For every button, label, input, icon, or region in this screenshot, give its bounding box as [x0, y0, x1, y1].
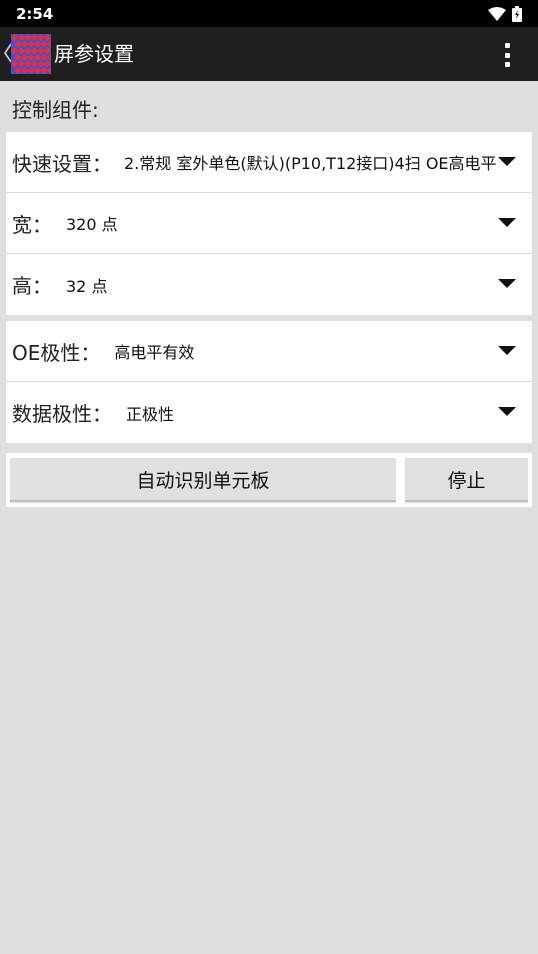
section-label: 控制组件: — [12, 98, 99, 122]
quick-setting-value: 2.常规 室外单色(默认)(P10,T12接口)4扫 OE高电平 — [124, 154, 497, 173]
height-row[interactable]: 高： 32 点 — [6, 254, 532, 315]
data-polarity-label: 数据极性： — [12, 402, 112, 426]
app-bar: 屏参设置 — [0, 27, 538, 81]
data-polarity-value: 正极性 — [126, 404, 175, 424]
chevron-down-icon[interactable] — [498, 157, 516, 166]
oe-polarity-value: 高电平有效 — [114, 343, 195, 362]
status-icons — [488, 5, 522, 22]
height-label: 高： — [12, 274, 52, 298]
page-title: 屏参设置 — [54, 42, 134, 66]
width-label: 宽： — [12, 212, 52, 237]
battery-icon — [512, 5, 522, 22]
auto-detect-button[interactable]: 自动识别单元板 — [10, 458, 396, 502]
chevron-down-icon[interactable] — [498, 279, 516, 288]
chevron-down-icon[interactable] — [498, 218, 516, 227]
oe-polarity-label: OE极性： — [12, 340, 101, 365]
width-value: 320 点 — [66, 215, 118, 234]
quick-setting-label: 快速设置： — [12, 151, 112, 176]
stop-button[interactable]: 停止 — [405, 458, 528, 502]
chevron-down-icon[interactable] — [498, 407, 516, 416]
oe-polarity-row[interactable]: OE极性： 高电平有效 — [6, 321, 532, 382]
height-value: 32 点 — [66, 276, 108, 296]
quick-setting-row[interactable]: 快速设置： 2.常规 室外单色(默认)(P10,T12接口)4扫 OE高电平 — [6, 132, 532, 193]
data-polarity-row[interactable]: 数据极性： 正极性 — [6, 382, 532, 443]
status-time: 2:54 — [16, 4, 54, 23]
app-logo-icon[interactable] — [11, 34, 51, 74]
status-bar: 2:54 — [0, 0, 538, 27]
settings-card-polarity: OE极性： 高电平有效 数据极性： 正极性 — [6, 321, 532, 443]
settings-card-size: 快速设置： 2.常规 室外单色(默认)(P10,T12接口)4扫 OE高电平 宽… — [6, 132, 532, 315]
wifi-icon — [488, 6, 506, 21]
chevron-down-icon[interactable] — [498, 346, 516, 355]
overflow-menu-icon[interactable] — [496, 41, 518, 69]
button-strip: 自动识别单元板 停止 — [6, 453, 532, 507]
width-row[interactable]: 宽： 320 点 — [6, 193, 532, 254]
